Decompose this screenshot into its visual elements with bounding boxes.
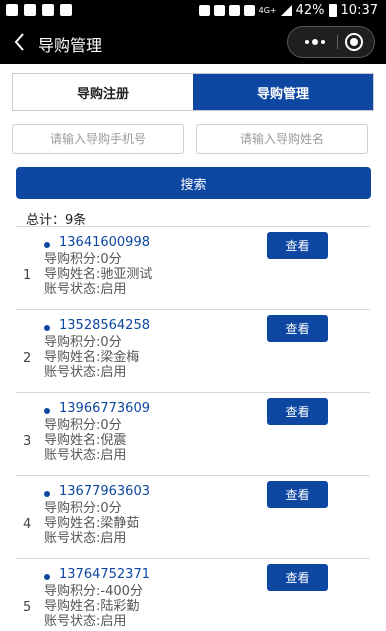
row-index: 5 — [23, 600, 32, 615]
signal-icon — [280, 5, 292, 16]
view-button[interactable]: 查看 — [267, 481, 328, 508]
folder-icon — [24, 4, 36, 16]
capsule-divider — [337, 35, 338, 49]
view-button[interactable]: 查看 — [267, 564, 328, 591]
view-button[interactable]: 查看 — [267, 398, 328, 425]
bullet-icon — [44, 325, 50, 331]
bullet-icon — [44, 491, 50, 497]
guide-status: 账号状态:启用 — [44, 448, 127, 463]
guide-status: 账号状态:启用 — [44, 614, 127, 629]
row-index: 3 — [23, 434, 32, 449]
guide-points: 导购积分:0分 — [44, 418, 122, 433]
guide-phone: 13641600998 — [59, 235, 150, 250]
guide-phone: 13966773609 — [59, 401, 150, 416]
app-notification-icon — [6, 4, 18, 16]
more-icon[interactable] — [298, 27, 332, 57]
network-type: 4G+ — [258, 6, 277, 15]
phone-search-input[interactable] — [12, 124, 184, 154]
guide-name: 导购姓名:陆彩勤 — [44, 599, 140, 614]
guide-name: 导购姓名:梁静茹 — [44, 516, 140, 531]
list-item: 13528564258 2 导购积分:0分 导购姓名:梁金梅 账号状态:启用 查… — [16, 309, 370, 392]
bullet-icon — [44, 242, 50, 248]
chat-icon — [60, 4, 72, 16]
list-item: 13764752371 5 导购积分:-400分 导购姓名:陆彩勤 账号状态:启… — [16, 558, 370, 631]
row-index: 2 — [23, 351, 32, 366]
notification-icons — [6, 4, 72, 16]
guide-phone: 13528564258 — [59, 318, 150, 333]
bullet-icon — [44, 574, 50, 580]
guide-name: 导购姓名:梁金梅 — [44, 350, 140, 365]
close-icon[interactable] — [345, 33, 363, 51]
name-search-input[interactable] — [196, 124, 368, 154]
row-index: 4 — [23, 517, 32, 532]
guide-name: 导购姓名:驰亚测试 — [44, 267, 153, 282]
guide-status: 账号状态:启用 — [44, 365, 127, 380]
row-index: 1 — [23, 268, 32, 283]
guide-phone: 13677963603 — [59, 484, 150, 499]
guide-name: 导购姓名:倪震 — [44, 433, 127, 448]
view-button[interactable]: 查看 — [267, 232, 328, 259]
mute-icon — [213, 5, 225, 16]
guide-status: 账号状态:启用 — [44, 282, 127, 297]
guide-points: 导购积分:0分 — [44, 501, 122, 516]
alarm-icon — [228, 5, 240, 16]
guide-points: 导购积分:-400分 — [44, 584, 143, 599]
lock-icon — [198, 5, 210, 16]
status-bar: 4G+ 42% 10:37 — [0, 0, 386, 22]
nfc-icon — [243, 5, 255, 16]
mini-program-capsule — [287, 26, 375, 58]
search-button[interactable]: 搜索 — [16, 167, 371, 199]
battery-icon — [328, 4, 337, 17]
back-icon[interactable] — [8, 29, 34, 55]
battery-percent: 42% — [295, 3, 325, 18]
guide-status: 账号状态:启用 — [44, 531, 127, 546]
image-icon — [42, 4, 54, 16]
tab-bar: 导购注册 导购管理 — [12, 73, 374, 111]
list-item: 13677963603 4 导购积分:0分 导购姓名:梁静茹 账号状态:启用 查… — [16, 475, 370, 558]
list-item: 13641600998 1 导购积分:0分 导购姓名:驰亚测试 账号状态:启用 … — [16, 226, 370, 309]
view-button[interactable]: 查看 — [267, 315, 328, 342]
tab-register[interactable]: 导购注册 — [13, 74, 193, 110]
clock: 10:37 — [340, 3, 378, 18]
guide-points: 导购积分:0分 — [44, 252, 122, 267]
guide-phone: 13764752371 — [59, 567, 150, 582]
guide-list: 13641600998 1 导购积分:0分 导购姓名:驰亚测试 账号状态:启用 … — [0, 226, 386, 631]
guide-points: 导购积分:0分 — [44, 335, 122, 350]
bullet-icon — [44, 408, 50, 414]
page-title: 导购管理 — [38, 36, 103, 55]
tab-manage[interactable]: 导购管理 — [193, 74, 373, 110]
list-item: 13966773609 3 导购积分:0分 导购姓名:倪震 账号状态:启用 查看 — [16, 392, 370, 475]
nav-bar: 导购管理 — [0, 22, 386, 64]
system-indicators: 4G+ 42% 10:37 — [198, 3, 378, 18]
